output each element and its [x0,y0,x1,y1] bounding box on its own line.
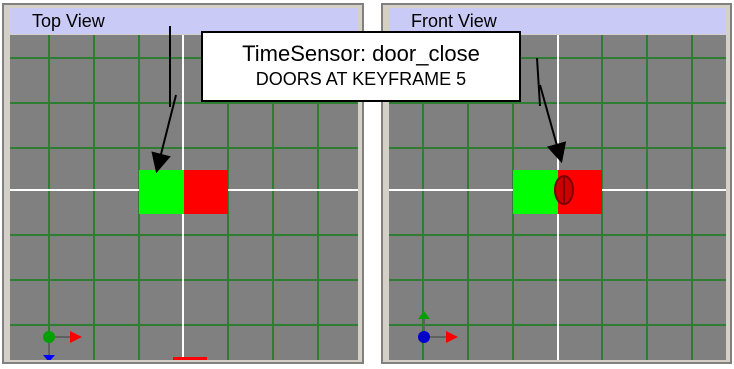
timesensor-callout: TimeSensor: door_close DOORS AT KEYFRAME… [201,31,521,102]
door-handle-icon [554,175,574,205]
callout-line-2: DOORS AT KEYFRAME 5 [255,69,467,89]
green-door[interactable] [513,170,558,214]
green-door[interactable] [139,170,184,214]
red-marker [173,357,207,360]
red-door[interactable] [184,170,228,214]
callout-line-1: TimeSensor: door_close [242,41,480,66]
